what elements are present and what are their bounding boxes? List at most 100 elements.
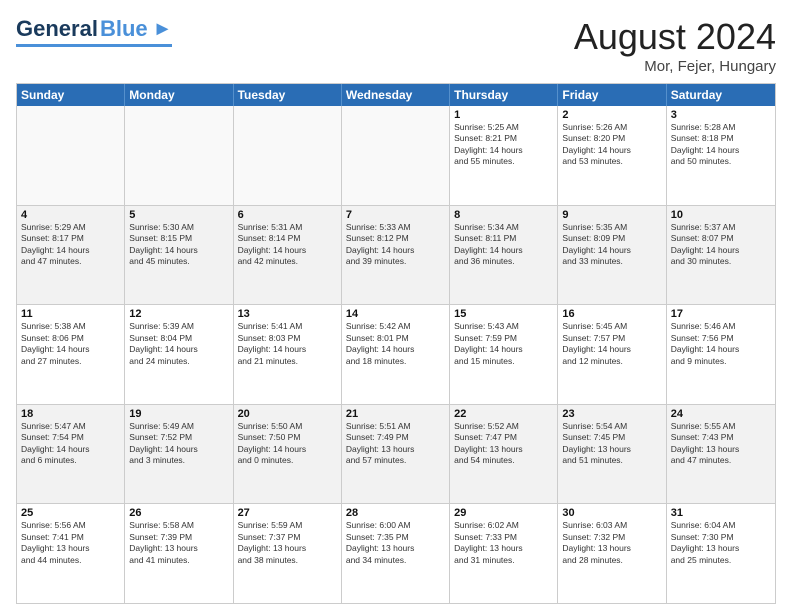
calendar-cell: 8Sunrise: 5:34 AM Sunset: 8:11 PM Daylig… bbox=[450, 206, 558, 305]
calendar-cell: 24Sunrise: 5:55 AM Sunset: 7:43 PM Dayli… bbox=[667, 405, 775, 504]
calendar-cell: 4Sunrise: 5:29 AM Sunset: 8:17 PM Daylig… bbox=[17, 206, 125, 305]
day-number: 11 bbox=[21, 308, 120, 320]
calendar-header: Sunday Monday Tuesday Wednesday Thursday… bbox=[17, 84, 775, 106]
day-info: Sunrise: 6:02 AM Sunset: 7:33 PM Dayligh… bbox=[454, 520, 553, 566]
day-number: 4 bbox=[21, 209, 120, 221]
calendar-row-3: 11Sunrise: 5:38 AM Sunset: 8:06 PM Dayli… bbox=[17, 305, 775, 405]
calendar-row-4: 18Sunrise: 5:47 AM Sunset: 7:54 PM Dayli… bbox=[17, 405, 775, 505]
day-number: 3 bbox=[671, 109, 771, 121]
day-info: Sunrise: 5:49 AM Sunset: 7:52 PM Dayligh… bbox=[129, 421, 228, 467]
day-number: 24 bbox=[671, 408, 771, 420]
calendar-cell: 23Sunrise: 5:54 AM Sunset: 7:45 PM Dayli… bbox=[558, 405, 666, 504]
day-number: 26 bbox=[129, 507, 228, 519]
calendar-cell: 10Sunrise: 5:37 AM Sunset: 8:07 PM Dayli… bbox=[667, 206, 775, 305]
day-number: 23 bbox=[562, 408, 661, 420]
day-info: Sunrise: 5:46 AM Sunset: 7:56 PM Dayligh… bbox=[671, 321, 771, 367]
day-number: 12 bbox=[129, 308, 228, 320]
page: General Blue ► August 2024 Mor, Fejer, H… bbox=[0, 0, 792, 612]
calendar-row-2: 4Sunrise: 5:29 AM Sunset: 8:17 PM Daylig… bbox=[17, 206, 775, 306]
day-info: Sunrise: 5:39 AM Sunset: 8:04 PM Dayligh… bbox=[129, 321, 228, 367]
day-number: 9 bbox=[562, 209, 661, 221]
day-info: Sunrise: 5:25 AM Sunset: 8:21 PM Dayligh… bbox=[454, 122, 553, 168]
calendar-cell: 17Sunrise: 5:46 AM Sunset: 7:56 PM Dayli… bbox=[667, 305, 775, 404]
day-info: Sunrise: 5:52 AM Sunset: 7:47 PM Dayligh… bbox=[454, 421, 553, 467]
calendar-cell: 19Sunrise: 5:49 AM Sunset: 7:52 PM Dayli… bbox=[125, 405, 233, 504]
day-number: 17 bbox=[671, 308, 771, 320]
calendar-cell: 27Sunrise: 5:59 AM Sunset: 7:37 PM Dayli… bbox=[234, 504, 342, 603]
logo-general: General bbox=[16, 16, 98, 42]
weekday-monday: Monday bbox=[125, 84, 233, 106]
calendar: Sunday Monday Tuesday Wednesday Thursday… bbox=[16, 83, 776, 604]
calendar-cell: 5Sunrise: 5:30 AM Sunset: 8:15 PM Daylig… bbox=[125, 206, 233, 305]
day-number: 8 bbox=[454, 209, 553, 221]
day-info: Sunrise: 5:28 AM Sunset: 8:18 PM Dayligh… bbox=[671, 122, 771, 168]
calendar-cell: 9Sunrise: 5:35 AM Sunset: 8:09 PM Daylig… bbox=[558, 206, 666, 305]
calendar-row-1: 1Sunrise: 5:25 AM Sunset: 8:21 PM Daylig… bbox=[17, 106, 775, 206]
day-info: Sunrise: 5:30 AM Sunset: 8:15 PM Dayligh… bbox=[129, 222, 228, 268]
day-number: 1 bbox=[454, 109, 553, 121]
day-number: 21 bbox=[346, 408, 445, 420]
calendar-cell: 13Sunrise: 5:41 AM Sunset: 8:03 PM Dayli… bbox=[234, 305, 342, 404]
calendar-cell: 18Sunrise: 5:47 AM Sunset: 7:54 PM Dayli… bbox=[17, 405, 125, 504]
day-info: Sunrise: 5:55 AM Sunset: 7:43 PM Dayligh… bbox=[671, 421, 771, 467]
day-number: 30 bbox=[562, 507, 661, 519]
calendar-cell: 11Sunrise: 5:38 AM Sunset: 8:06 PM Dayli… bbox=[17, 305, 125, 404]
day-info: Sunrise: 6:04 AM Sunset: 7:30 PM Dayligh… bbox=[671, 520, 771, 566]
day-number: 10 bbox=[671, 209, 771, 221]
day-info: Sunrise: 5:26 AM Sunset: 8:20 PM Dayligh… bbox=[562, 122, 661, 168]
day-info: Sunrise: 5:59 AM Sunset: 7:37 PM Dayligh… bbox=[238, 520, 337, 566]
calendar-cell: 2Sunrise: 5:26 AM Sunset: 8:20 PM Daylig… bbox=[558, 106, 666, 205]
weekday-saturday: Saturday bbox=[667, 84, 775, 106]
day-info: Sunrise: 5:47 AM Sunset: 7:54 PM Dayligh… bbox=[21, 421, 120, 467]
day-info: Sunrise: 5:43 AM Sunset: 7:59 PM Dayligh… bbox=[454, 321, 553, 367]
day-info: Sunrise: 5:51 AM Sunset: 7:49 PM Dayligh… bbox=[346, 421, 445, 467]
day-number: 14 bbox=[346, 308, 445, 320]
day-number: 31 bbox=[671, 507, 771, 519]
day-info: Sunrise: 5:38 AM Sunset: 8:06 PM Dayligh… bbox=[21, 321, 120, 367]
day-info: Sunrise: 5:50 AM Sunset: 7:50 PM Dayligh… bbox=[238, 421, 337, 467]
logo-underline bbox=[16, 44, 172, 47]
header: General Blue ► August 2024 Mor, Fejer, H… bbox=[16, 16, 776, 75]
day-info: Sunrise: 5:41 AM Sunset: 8:03 PM Dayligh… bbox=[238, 321, 337, 367]
day-number: 27 bbox=[238, 507, 337, 519]
calendar-body: 1Sunrise: 5:25 AM Sunset: 8:21 PM Daylig… bbox=[17, 106, 775, 603]
calendar-cell: 1Sunrise: 5:25 AM Sunset: 8:21 PM Daylig… bbox=[450, 106, 558, 205]
weekday-tuesday: Tuesday bbox=[234, 84, 342, 106]
day-info: Sunrise: 5:33 AM Sunset: 8:12 PM Dayligh… bbox=[346, 222, 445, 268]
calendar-cell: 15Sunrise: 5:43 AM Sunset: 7:59 PM Dayli… bbox=[450, 305, 558, 404]
calendar-cell: 6Sunrise: 5:31 AM Sunset: 8:14 PM Daylig… bbox=[234, 206, 342, 305]
day-info: Sunrise: 5:29 AM Sunset: 8:17 PM Dayligh… bbox=[21, 222, 120, 268]
day-info: Sunrise: 5:45 AM Sunset: 7:57 PM Dayligh… bbox=[562, 321, 661, 367]
day-info: Sunrise: 6:00 AM Sunset: 7:35 PM Dayligh… bbox=[346, 520, 445, 566]
day-info: Sunrise: 5:34 AM Sunset: 8:11 PM Dayligh… bbox=[454, 222, 553, 268]
day-number: 5 bbox=[129, 209, 228, 221]
calendar-cell bbox=[125, 106, 233, 205]
day-info: Sunrise: 5:35 AM Sunset: 8:09 PM Dayligh… bbox=[562, 222, 661, 268]
month-title: August 2024 bbox=[574, 16, 776, 58]
day-number: 6 bbox=[238, 209, 337, 221]
day-number: 13 bbox=[238, 308, 337, 320]
calendar-cell bbox=[342, 106, 450, 205]
calendar-cell bbox=[234, 106, 342, 205]
day-info: Sunrise: 5:56 AM Sunset: 7:41 PM Dayligh… bbox=[21, 520, 120, 566]
day-info: Sunrise: 5:58 AM Sunset: 7:39 PM Dayligh… bbox=[129, 520, 228, 566]
title-area: August 2024 Mor, Fejer, Hungary bbox=[574, 16, 776, 75]
day-number: 7 bbox=[346, 209, 445, 221]
calendar-cell: 26Sunrise: 5:58 AM Sunset: 7:39 PM Dayli… bbox=[125, 504, 233, 603]
day-number: 29 bbox=[454, 507, 553, 519]
day-number: 18 bbox=[21, 408, 120, 420]
logo-blue: Blue bbox=[100, 16, 148, 42]
calendar-cell: 3Sunrise: 5:28 AM Sunset: 8:18 PM Daylig… bbox=[667, 106, 775, 205]
calendar-cell bbox=[17, 106, 125, 205]
calendar-cell: 29Sunrise: 6:02 AM Sunset: 7:33 PM Dayli… bbox=[450, 504, 558, 603]
calendar-cell: 7Sunrise: 5:33 AM Sunset: 8:12 PM Daylig… bbox=[342, 206, 450, 305]
day-number: 19 bbox=[129, 408, 228, 420]
logo: General Blue ► bbox=[16, 16, 172, 47]
calendar-cell: 28Sunrise: 6:00 AM Sunset: 7:35 PM Dayli… bbox=[342, 504, 450, 603]
day-info: Sunrise: 5:37 AM Sunset: 8:07 PM Dayligh… bbox=[671, 222, 771, 268]
calendar-cell: 12Sunrise: 5:39 AM Sunset: 8:04 PM Dayli… bbox=[125, 305, 233, 404]
location: Mor, Fejer, Hungary bbox=[574, 58, 776, 75]
calendar-cell: 31Sunrise: 6:04 AM Sunset: 7:30 PM Dayli… bbox=[667, 504, 775, 603]
weekday-friday: Friday bbox=[558, 84, 666, 106]
weekday-sunday: Sunday bbox=[17, 84, 125, 106]
